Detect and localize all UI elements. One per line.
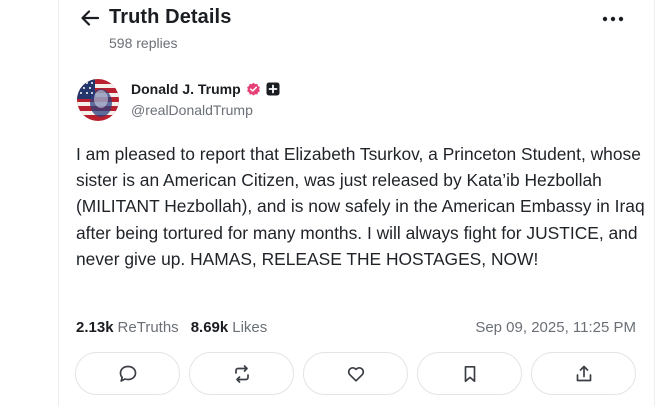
retruths-label[interactable]: ReTruths <box>118 319 179 336</box>
likes-count[interactable]: 8.69k <box>191 319 229 336</box>
like-button[interactable] <box>303 352 408 395</box>
author-info: Donald J. Trump @realDonaldTrump <box>131 81 280 118</box>
share-button[interactable] <box>531 352 636 395</box>
post-timestamp: Sep 09, 2025, 11:25 PM <box>475 318 636 336</box>
back-button[interactable] <box>79 7 101 29</box>
page-header: Truth Details 598 replies <box>59 0 656 60</box>
bookmark-button[interactable] <box>417 352 522 395</box>
author-display-name[interactable]: Donald J. Trump <box>131 81 241 97</box>
post-detail-panel: Truth Details 598 replies Donald J. Trum… <box>58 0 655 406</box>
plus-badge-icon <box>266 82 280 96</box>
arrow-left-icon <box>81 10 99 26</box>
comment-icon <box>119 365 136 382</box>
action-bar <box>75 352 638 396</box>
author-handle[interactable]: @realDonaldTrump <box>131 102 280 118</box>
post-stats: 2.13k ReTruths 8.69k Likes Sep 09, 2025,… <box>76 317 636 337</box>
likes-label[interactable]: Likes <box>232 319 267 336</box>
more-options-button[interactable] <box>600 10 626 28</box>
bookmark-icon <box>464 365 475 382</box>
reply-count: 598 replies <box>109 35 178 51</box>
verified-badge-icon <box>246 82 260 95</box>
heart-icon <box>347 366 364 382</box>
post-body-text: I am pleased to report that Elizabeth Ts… <box>76 144 645 269</box>
author-avatar[interactable] <box>77 79 119 121</box>
more-horizontal-icon <box>602 16 624 22</box>
page-title: Truth Details <box>109 6 232 28</box>
retruths-count[interactable]: 2.13k <box>76 319 114 336</box>
retruth-button[interactable] <box>189 352 294 395</box>
share-icon <box>576 365 591 381</box>
reply-button[interactable] <box>75 352 180 395</box>
repost-icon <box>234 364 249 383</box>
avatar-image <box>77 79 119 121</box>
